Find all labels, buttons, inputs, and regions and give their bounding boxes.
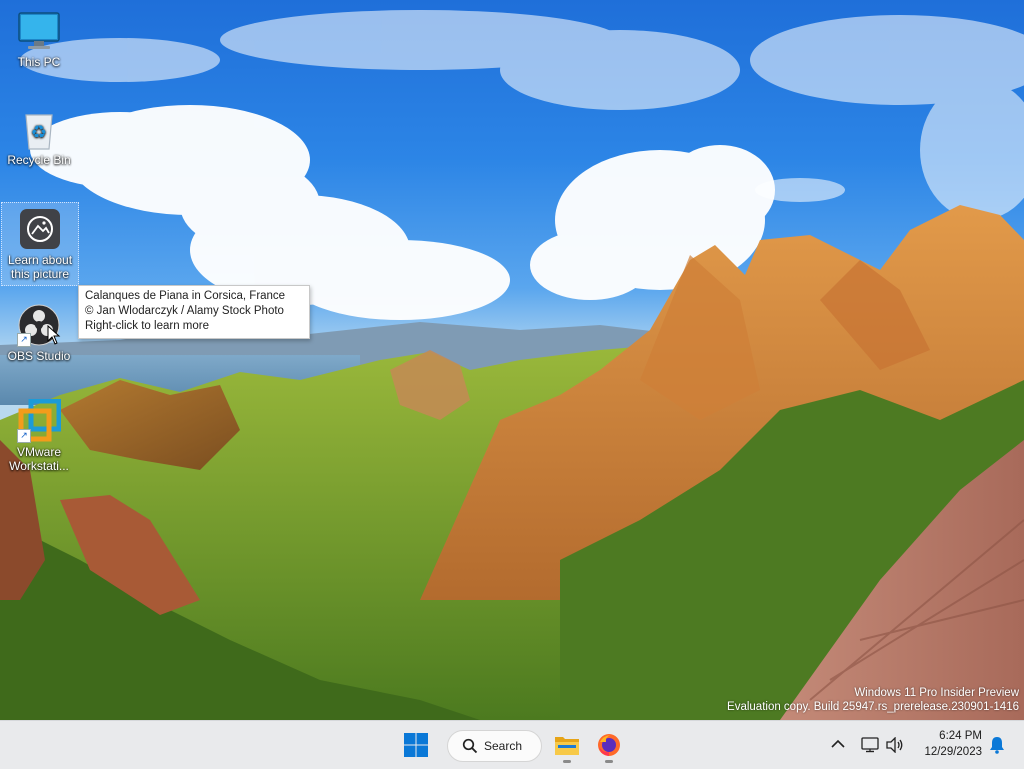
desktop-icon-label-line2: Workstati... (9, 459, 69, 473)
taskbar-file-explorer[interactable] (548, 726, 586, 764)
speaker-icon (886, 737, 903, 753)
tooltip-line-credit: © Jan Wlodarczyk / Alamy Stock Photo (85, 305, 284, 317)
network-monitor-icon (861, 737, 879, 753)
start-button[interactable] (397, 726, 435, 764)
notifications-button[interactable] (986, 721, 1008, 769)
watermark-build: Evaluation copy. Build 25947.rs_prerelea… (727, 701, 1019, 713)
folder-icon (555, 737, 579, 755)
search-label: Search (484, 739, 523, 753)
recycle-bin-icon: ♻ (17, 107, 61, 151)
desktop-icon-label: OBS Studio (7, 349, 71, 363)
desktop-icon-obs-studio[interactable]: ↗ OBS Studio (1, 303, 77, 363)
monitor-icon (17, 9, 61, 53)
shortcut-arrow-icon: ↗ (17, 429, 31, 443)
watermark-edition: Windows 11 Pro Insider Preview (854, 687, 1019, 699)
desktop-icon-label: Recycle Bin (7, 153, 71, 167)
picture-info-tooltip: Calanques de Piana in Corsica, France © … (78, 285, 310, 339)
clock-time: 6:24 PM (939, 730, 982, 742)
desktop-icon-learn-about-this-picture[interactable]: Learn about this picture (1, 202, 79, 286)
vmware-icon: ↗ (17, 398, 62, 443)
taskbar: Search 6:24 PM 12/29/2023 (0, 720, 1024, 769)
network-status-button[interactable] (858, 721, 880, 769)
search-icon (462, 738, 478, 754)
firefox-icon (598, 734, 620, 756)
desktop-icon-vmware[interactable]: ↗ VMware Workstati... (1, 398, 77, 473)
desktop[interactable]: This PC ♻ Recycle Bin Learn about this p… (0, 0, 1024, 720)
taskbar-search-box[interactable]: Search (447, 730, 542, 762)
taskbar-firefox[interactable] (590, 726, 628, 764)
tooltip-line-hint: Right-click to learn more (85, 320, 209, 332)
taskbar-clock[interactable]: 6:24 PM 12/29/2023 (908, 728, 982, 760)
running-indicator (563, 760, 571, 763)
desktop-icon-this-pc[interactable]: This PC (1, 9, 77, 69)
desktop-icon-label: This PC (17, 55, 61, 69)
obs-icon: ↗ (17, 303, 61, 347)
shortcut-arrow-icon: ↗ (17, 333, 31, 347)
svg-text:♻: ♻ (31, 122, 47, 143)
bell-icon (990, 737, 1004, 754)
desktop-icon-label-line1: VMware (16, 445, 61, 459)
show-hidden-icons-button[interactable] (826, 721, 850, 769)
camera-info-icon (18, 207, 62, 251)
desktop-icon-label-line1: Learn about (7, 253, 73, 267)
clock-date: 12/29/2023 (924, 746, 982, 758)
volume-button[interactable] (884, 721, 906, 769)
mouse-cursor-icon (47, 325, 61, 345)
tooltip-line-title: Calanques de Piana in Corsica, France (85, 290, 286, 302)
desktop-icon-recycle-bin[interactable]: ♻ Recycle Bin (1, 107, 77, 167)
evaluation-watermark: Windows 11 Pro Insider Preview Evaluatio… (727, 686, 1019, 714)
wallpaper-landscape (0, 10, 1024, 720)
running-indicator (605, 760, 613, 763)
desktop-icon-label-line2: this picture (10, 267, 70, 281)
chevron-up-icon (831, 739, 845, 748)
windows-logo-icon (404, 733, 428, 757)
